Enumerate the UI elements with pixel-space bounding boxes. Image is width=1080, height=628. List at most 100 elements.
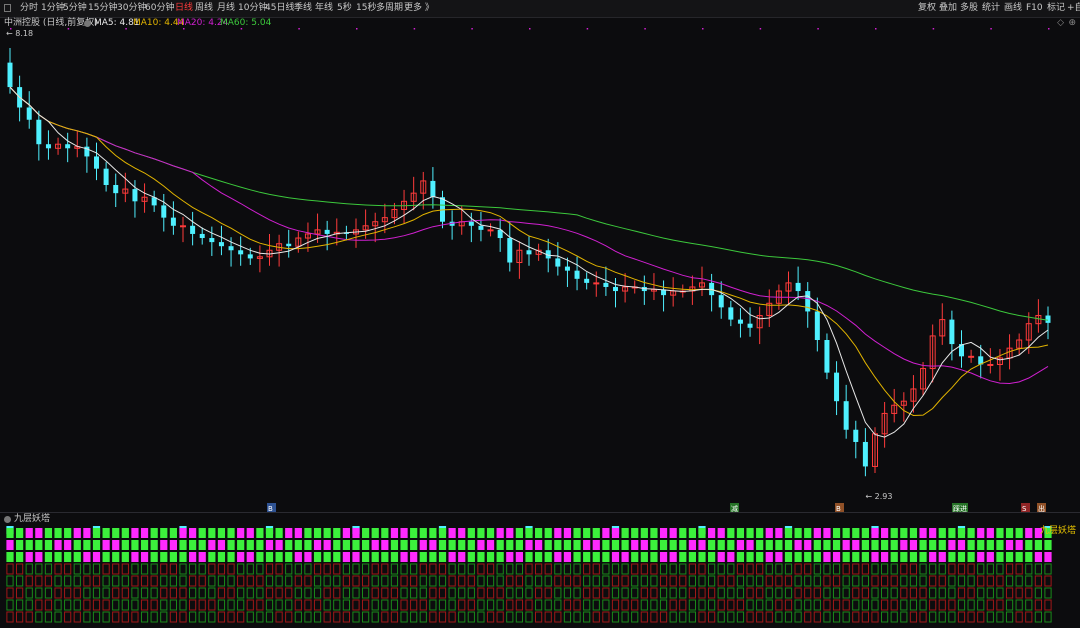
tower-cell-outline <box>64 563 72 575</box>
candle-body-down <box>478 225 484 230</box>
tower-cell-outline <box>573 599 581 611</box>
tower-cell <box>486 552 495 562</box>
tower-cell <box>775 552 783 562</box>
tower-cell <box>794 552 802 562</box>
tower-cell <box>217 540 226 550</box>
tower-cell-outline <box>1034 599 1042 611</box>
tower-cell <box>486 540 495 550</box>
tower-cell-outline <box>169 599 177 611</box>
tower-cell-outline <box>150 563 158 575</box>
tower-cell <box>381 528 389 538</box>
tower-cell <box>554 540 562 550</box>
tower-cell <box>929 528 937 538</box>
tower-cell-outline <box>986 587 994 599</box>
tower-cell <box>1005 528 1014 538</box>
tower-cell-outline <box>6 575 14 587</box>
tower-cell <box>813 528 821 538</box>
tower-cell-outline <box>429 611 437 623</box>
tower-cell-outline <box>823 611 831 623</box>
tower-cell-outline <box>871 575 879 587</box>
candle-body-up <box>968 355 975 358</box>
tower-cell <box>977 552 985 562</box>
tower-cell-outline <box>948 575 956 587</box>
tower-cell-outline <box>448 587 456 599</box>
tower-cell-outline <box>688 611 696 623</box>
tower-cell <box>909 540 918 550</box>
tower-cell-outline <box>669 575 677 587</box>
tower-cell-outline <box>717 587 725 599</box>
tower-cell-outline <box>83 587 91 599</box>
tower-cell-outline <box>419 563 427 575</box>
tower-cell-outline <box>515 563 523 575</box>
tower-cell-outline <box>640 575 648 587</box>
tower-cell-outline <box>804 599 812 611</box>
tower-cell <box>64 540 72 550</box>
indicator-title: 九层妖塔 <box>14 514 51 524</box>
tower-cell <box>881 528 889 538</box>
tower-cell-outline <box>16 587 24 599</box>
tower-cell <box>977 540 985 550</box>
tower-cell-outline <box>160 587 168 599</box>
tower-cell-outline <box>438 599 447 611</box>
tower-cell <box>957 552 966 562</box>
tower-cell-outline <box>140 587 149 599</box>
tower-cell-outline <box>1015 599 1023 611</box>
tower-cell-outline <box>102 575 110 587</box>
tower-cell-outline <box>486 587 495 599</box>
tower-cell-outline <box>727 563 735 575</box>
tower-cell-outline <box>102 563 110 575</box>
tower-cell-outline <box>467 575 475 587</box>
tower-cell-outline <box>861 563 869 575</box>
tower-cell <box>362 540 370 550</box>
tower-cell-outline <box>698 611 706 623</box>
tower-cell-outline <box>602 587 610 599</box>
tower-cell-outline <box>602 599 610 611</box>
tower-cell-outline <box>44 575 53 587</box>
candle-body-down <box>161 205 167 218</box>
tower-cell-outline <box>688 563 696 575</box>
tower-cell <box>602 552 610 562</box>
tower-cell-outline <box>83 563 91 575</box>
tower-cell-outline <box>832 587 841 599</box>
tower-cell-outline <box>83 575 91 587</box>
tower-cell-outline <box>246 611 254 623</box>
tower-cell-outline <box>881 563 889 575</box>
tower-cell <box>544 552 552 562</box>
tower-cell-outline <box>717 575 725 587</box>
tower-cell-outline <box>160 575 168 587</box>
tower-cell-outline <box>909 575 918 587</box>
tower-cell-outline <box>410 575 418 587</box>
tower-cell <box>784 540 793 550</box>
tower-cell-outline <box>486 563 495 575</box>
tower-cell-outline <box>362 599 370 611</box>
signal-dot <box>183 28 185 30</box>
tower-cell-outline <box>708 587 716 599</box>
tower-cell-outline <box>448 575 456 587</box>
candle-body-down <box>843 401 849 430</box>
tower-cell-outline <box>640 587 648 599</box>
tower-cell <box>736 540 745 550</box>
tower-cell-outline <box>506 599 514 611</box>
candle-body-down <box>190 225 196 234</box>
tower-cell-outline <box>438 563 447 575</box>
tower-cell-outline <box>169 563 177 575</box>
candle-body-up <box>180 225 186 228</box>
tower-cell-outline <box>400 611 408 623</box>
tower-cell-outline <box>198 563 206 575</box>
tower-cell-outline <box>986 563 994 575</box>
tower-cell <box>967 528 975 538</box>
indicator-settings-icon[interactable] <box>4 516 11 523</box>
tower-cell-outline <box>977 575 985 587</box>
tower-cell-outline <box>823 563 831 575</box>
tower-cell-outline <box>919 575 927 587</box>
tower-cell <box>189 528 197 538</box>
tower-cell-outline <box>842 611 850 623</box>
tower-cell-outline <box>477 563 485 575</box>
tower-cell-outline <box>813 563 821 575</box>
tower-cell <box>35 540 43 550</box>
tower-cell-outline <box>6 587 14 599</box>
tower-cell <box>823 540 831 550</box>
tower-cell <box>698 552 706 562</box>
tower-cell-outline <box>275 575 283 587</box>
tower-cell <box>227 528 235 538</box>
